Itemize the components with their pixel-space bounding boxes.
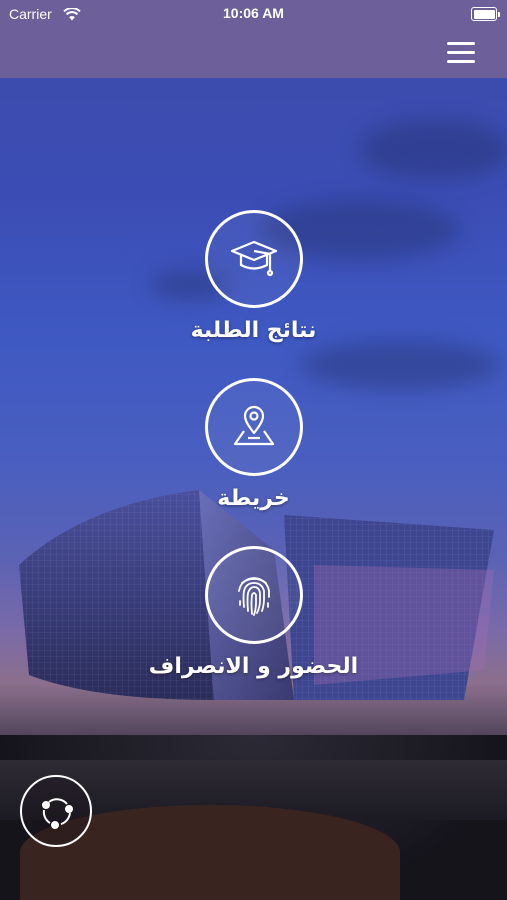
navigation-bar (0, 28, 507, 78)
attendance-button[interactable]: الحضور و الانصراف (0, 546, 507, 679)
fingerprint-icon (204, 546, 303, 644)
status-time: 10:06 AM (223, 5, 284, 21)
hamburger-menu-icon[interactable] (447, 42, 475, 64)
status-bar: Carrier 10:06 AM (0, 0, 507, 28)
map-button[interactable]: خريطة (0, 378, 507, 511)
map-pin-icon (204, 378, 303, 476)
share-button[interactable] (20, 775, 92, 847)
student-results-button[interactable]: نتائج الطلبة (0, 210, 507, 343)
attendance-label: الحضور و الانصراف (148, 654, 359, 679)
share-icon (42, 798, 73, 829)
battery-icon (471, 7, 500, 21)
graduation-cap-icon (204, 210, 303, 308)
student-results-label: نتائج الطلبة (190, 318, 317, 343)
map-label: خريطة (217, 486, 290, 511)
